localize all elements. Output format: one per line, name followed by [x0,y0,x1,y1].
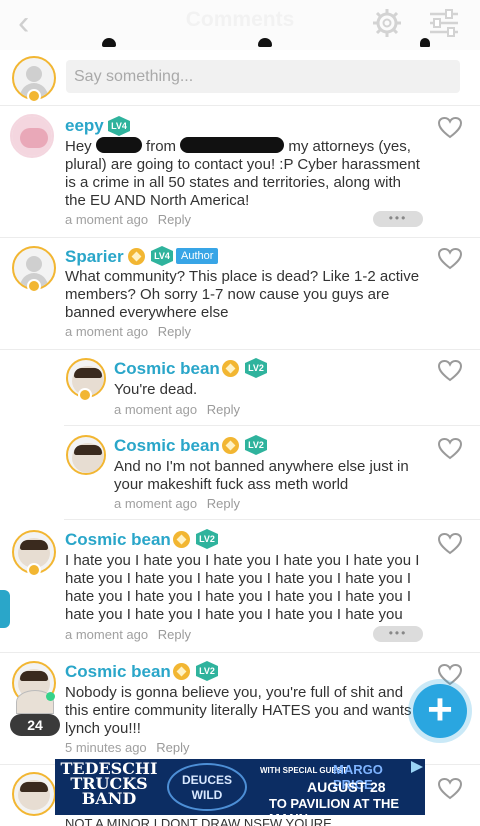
title-medal-icon [173,531,190,548]
comment-meta: a moment ago Reply [114,402,240,417]
username[interactable]: Cosmic bean [65,530,171,550]
side-drawer-handle[interactable] [0,590,10,628]
heart-icon[interactable] [437,247,463,271]
ad-band-name: TEDESCHI TRUCKS BAND [60,759,158,808]
comment-text: I hate you I hate you I hate you I hate … [65,552,420,623]
username[interactable]: eepy [65,116,104,136]
level-badge: LV4 [151,246,173,266]
comment-meta: a moment ago Reply [65,212,191,227]
header-decoration [258,38,272,47]
comment-meta: a moment ago Reply [65,627,191,642]
username[interactable]: Cosmic bean [114,359,220,379]
comment-meta: 5 minutes ago Reply [65,740,190,755]
more-button[interactable]: ••• [373,211,423,227]
header-decoration [102,38,116,47]
level-badge: LV4 [108,116,130,136]
online-members-chip[interactable]: 24 [10,690,60,736]
reply-comment: Cosmic bean LV2 You're dead. a moment ag… [64,350,480,426]
comment-meta: a moment ago Reply [65,324,191,339]
ad-venue: TO PAVILION AT THE MANN [269,796,399,815]
comment-text: NOT A MINOR I DONT DRAW NSFW YOURE [65,816,332,826]
username[interactable]: Cosmic bean [65,662,171,682]
redaction [180,137,285,153]
comment-text: What community? This place is dead? Like… [65,268,420,321]
comment-text: Nobody is gonna believe you, you're full… [65,684,429,737]
reply-link[interactable]: Reply [158,627,191,642]
top-bar: ‹ Comments [0,0,480,50]
online-dot-icon [46,692,55,701]
ad-date: AUGUST 28 [307,779,386,795]
sliders-icon[interactable] [428,8,460,38]
comment: Sparier LV4 Author What community? This … [0,238,480,350]
avatar[interactable] [66,435,106,475]
reply-link[interactable]: Reply [207,496,240,511]
reply-link[interactable]: Reply [158,324,191,339]
username[interactable]: Cosmic bean [114,436,220,456]
compose-bar: Say something... [0,50,480,106]
ad-banner[interactable]: TEDESCHI TRUCKS BAND DEUCES WILD WITH SP… [55,759,425,815]
username[interactable]: Sparier [65,247,124,267]
level-badge: LV2 [245,358,267,378]
heart-icon[interactable] [437,116,463,140]
avatar[interactable] [12,772,56,816]
redaction [95,137,142,153]
comment: Cosmic bean LV2 Nobody is gonna believe … [0,653,480,765]
ad-logo: DEUCES WILD [167,763,247,811]
reply-link[interactable]: Reply [158,212,191,227]
title-medal-icon [128,248,145,265]
author-tag: Author [176,248,219,264]
heart-icon[interactable] [437,359,463,383]
comment-text: You're dead. [114,381,198,398]
level-medal-icon [27,279,41,293]
comment-text: And no I'm not banned anywhere else just… [114,458,409,493]
comment: eepy LV4 Hey from my attorneys (yes, plu… [0,106,480,238]
level-badge: LV2 [245,435,267,455]
heart-icon[interactable] [437,532,463,556]
title-medal-icon [222,360,239,377]
more-button[interactable]: ••• [373,626,423,642]
comment-input[interactable]: Say something... [66,60,460,93]
title-medal-icon [173,663,190,680]
comment-meta: a moment ago Reply [114,496,240,511]
heart-icon[interactable] [437,777,463,801]
level-medal-icon [27,563,41,577]
reply-comment: Cosmic bean LV2 And no I'm not banned an… [64,426,480,520]
comment: Cosmic bean LV2 I hate you I hate you I … [0,520,480,653]
header-decoration [420,38,430,47]
level-medal-icon [78,388,92,402]
title-medal-icon [222,437,239,454]
reply-link[interactable]: Reply [207,402,240,417]
add-comment-button[interactable]: + [413,684,467,738]
reply-link[interactable]: Reply [156,740,189,755]
heart-icon[interactable] [437,437,463,461]
level-medal-icon [27,89,41,103]
gear-icon[interactable] [372,8,402,38]
comment-text: Hey from my attorneys (yes, plural) are … [65,137,420,209]
page-title: Comments [185,8,295,31]
avatar[interactable] [10,114,54,158]
level-badge: LV2 [196,529,218,549]
online-count: 24 [10,714,60,736]
level-badge: LV2 [196,661,218,681]
